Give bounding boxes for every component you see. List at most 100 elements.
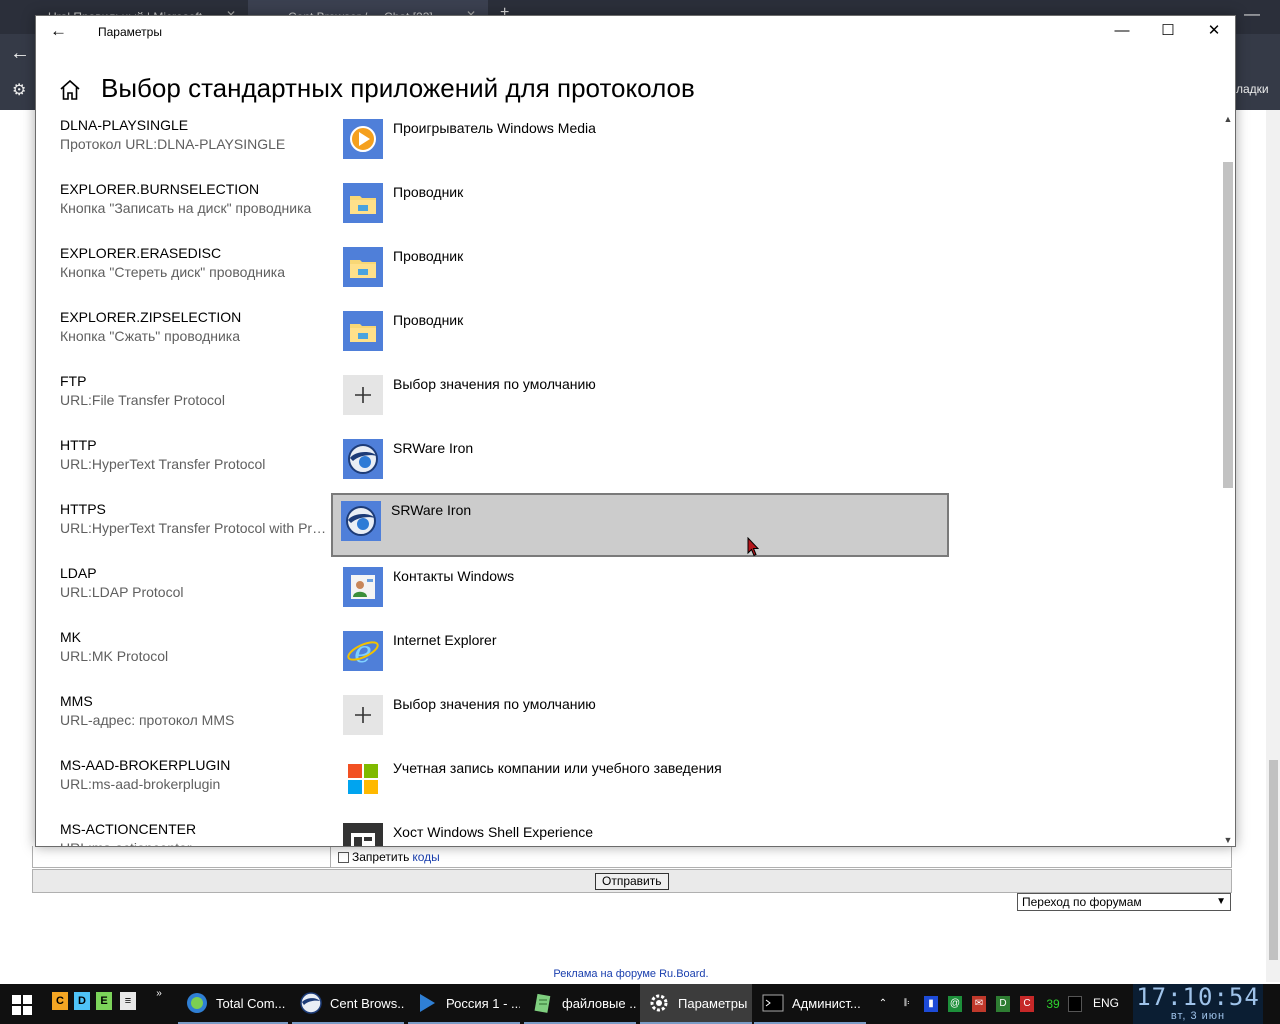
checkbox-box[interactable] xyxy=(338,851,349,863)
protocol-name: MK xyxy=(60,629,81,645)
minimize-button[interactable]: — xyxy=(1099,16,1145,48)
taskbar-item-label: Total Com... xyxy=(216,995,286,1011)
drive-c-icon[interactable]: C xyxy=(52,992,68,1010)
background-form-row xyxy=(32,846,1232,868)
protocol-name: MMS xyxy=(60,693,93,709)
default-app-button[interactable]: Выбор значения по умолчанию xyxy=(331,685,949,749)
taskbar-item[interactable]: файловые ... xyxy=(524,984,636,1024)
total-commander-icon xyxy=(186,992,208,1014)
svg-text:e: e xyxy=(354,635,372,670)
overflow-chevron-icon[interactable]: » xyxy=(152,986,166,1002)
protocol-description: URL:File Transfer Protocol xyxy=(60,392,225,408)
checkbox-label: Запретить xyxy=(352,850,410,864)
c-tray-icon[interactable]: C xyxy=(1020,996,1034,1012)
default-app-button[interactable]: Выбор значения по умолчанию xyxy=(331,365,949,429)
window-title: Параметры xyxy=(98,25,162,39)
minimize-icon: — xyxy=(1114,22,1130,39)
protocol-description: Кнопка "Стереть диск" проводника xyxy=(60,264,286,280)
scrollbar-thumb[interactable] xyxy=(1223,162,1233,488)
home-icon[interactable] xyxy=(58,78,82,102)
taskbar-item[interactable]: Cent Brows... xyxy=(292,984,404,1024)
media-player-icon xyxy=(343,119,383,159)
gear-icon[interactable]: ⚙ xyxy=(12,80,26,100)
scroll-up-icon[interactable]: ▲ xyxy=(1221,112,1235,126)
explorer-icon xyxy=(343,247,383,287)
drive-e-icon[interactable]: E xyxy=(96,992,112,1010)
network-icon[interactable]: @ xyxy=(948,996,962,1012)
maximize-button[interactable]: ☐ xyxy=(1145,16,1191,48)
close-button[interactable]: ✕ xyxy=(1191,16,1235,48)
scroll-down-icon[interactable]: ▼ xyxy=(1221,833,1235,846)
windows-start-icon[interactable] xyxy=(12,995,32,1015)
default-app-button[interactable]: Хост Windows Shell Experience xyxy=(331,813,949,846)
title-bar[interactable]: ← Параметры — ☐ ✕ xyxy=(36,16,1235,48)
default-app-name: Проводник xyxy=(393,248,464,264)
protocol-row: EXPLORER.ERASEDISC Кнопка "Стереть диск" … xyxy=(36,237,1221,301)
drive-d-icon[interactable]: D xyxy=(74,992,90,1010)
d-tray-icon[interactable]: D xyxy=(996,996,1010,1012)
email-icon[interactable]: ✉ xyxy=(972,996,986,1012)
page-title: Выбор стандартных приложений для протоко… xyxy=(101,73,695,103)
iron-browser-icon xyxy=(341,501,381,541)
clock-time: 17:10:54 xyxy=(1136,983,1260,1011)
microsoft-logo-icon xyxy=(343,759,383,799)
protocol-name: EXPLORER.ZIPSELECTION xyxy=(60,309,242,325)
background-scrollbar-thumb[interactable] xyxy=(1269,760,1278,960)
protocol-row: FTP URL:File Transfer Protocol Выбор значе… xyxy=(36,365,1221,429)
plus-icon xyxy=(343,695,383,735)
window-scrollbar[interactable]: ▲ ▼ xyxy=(1221,112,1235,846)
protocol-row: EXPLORER.ZIPSELECTION Кнопка "Сжать" пров… xyxy=(36,301,1221,365)
protocol-description: URL:ms-aad-brokerplugin xyxy=(60,776,221,792)
default-app-button[interactable]: SRWare Iron xyxy=(331,429,949,493)
protocol-description: URL:LDAP Protocol xyxy=(60,584,184,600)
plus-icon xyxy=(343,375,383,415)
default-app-name: Выбор значения по умолчанию xyxy=(393,376,596,392)
default-app-button[interactable]: e Internet Explorer xyxy=(331,621,949,685)
default-app-button[interactable]: Проводник xyxy=(331,301,949,365)
protocol-description: URL-адрес: протокол MMS xyxy=(60,712,235,728)
default-app-name: Проводник xyxy=(393,184,464,200)
taskbar-item[interactable]: Total Com... xyxy=(178,984,288,1024)
taskbar-item[interactable]: Россия 1 - ... xyxy=(408,984,520,1024)
bookmarks-label[interactable]: ладки xyxy=(1236,82,1269,96)
protocol-name: HTTPS xyxy=(60,501,106,517)
protocol-name: EXPLORER.BURNSELECTION xyxy=(60,181,260,197)
default-app-button[interactable]: SRWare Iron xyxy=(331,493,949,557)
taskbar-item[interactable]: Админист... xyxy=(754,984,866,1024)
settings-window: ← Параметры — ☐ ✕ Выбор стандартных прил… xyxy=(35,15,1236,847)
paperclip-icon[interactable]: 𝄆 xyxy=(900,996,914,1012)
explorer-icon xyxy=(343,311,383,351)
language-indicator[interactable]: ENG xyxy=(1093,996,1119,1010)
clock-date: вт, 3 июн xyxy=(1170,1010,1226,1022)
protocol-row: LDAP URL:LDAP Protocol Контакты Windows xyxy=(36,557,1221,621)
codes-link[interactable]: коды xyxy=(412,850,439,864)
default-app-button[interactable]: Проводник xyxy=(331,173,949,237)
chart-icon[interactable]: ▮ xyxy=(924,996,938,1012)
cent-browser-icon xyxy=(300,992,322,1014)
background-form-divider xyxy=(330,846,331,868)
default-app-button[interactable]: Проводник xyxy=(331,237,949,301)
protocol-name: DLNA-PLAYSINGLE xyxy=(60,117,189,133)
chevron-up-icon[interactable]: ⌃ xyxy=(876,996,890,1012)
taskbar-item[interactable]: Параметры xyxy=(640,984,752,1024)
default-app-name: Выбор значения по умолчанию xyxy=(393,696,596,712)
counter-tray-icon[interactable]: 39 xyxy=(1044,996,1062,1012)
forum-jump-select[interactable]: Переход по форумам ▼ xyxy=(1017,893,1231,911)
default-app-button[interactable]: Контакты Windows xyxy=(331,557,949,621)
back-arrow-icon[interactable]: ← xyxy=(10,42,30,65)
default-app-name: Проводник xyxy=(393,312,464,328)
protocol-row: MS-AAD-BROKERPLUGIN URL:ms-aad-brokerplug… xyxy=(36,749,1221,813)
protocol-name: MS-ACTIONCENTER xyxy=(60,821,197,837)
terminal-tray-icon[interactable] xyxy=(1068,996,1082,1012)
disable-codes-checkbox[interactable]: Запретить коды xyxy=(338,850,440,864)
default-app-button[interactable]: Проигрыватель Windows Media xyxy=(331,112,949,173)
default-app-name: SRWare Iron xyxy=(391,502,472,518)
ad-link[interactable]: Реклама на форуме Ru.Board. xyxy=(0,968,1262,980)
submit-button[interactable]: Отправить xyxy=(595,873,669,890)
default-app-button[interactable]: Учетная запись компании или учебного зав… xyxy=(331,749,949,813)
clock[interactable]: 17:10:54 вт, 3 июн xyxy=(1133,984,1263,1024)
document-icon[interactable]: ≡ xyxy=(120,992,136,1010)
minimize-icon[interactable]: — xyxy=(1244,6,1260,24)
protocol-description: URL:ms-actioncenter xyxy=(60,840,328,846)
back-arrow-icon[interactable]: ← xyxy=(50,21,67,41)
